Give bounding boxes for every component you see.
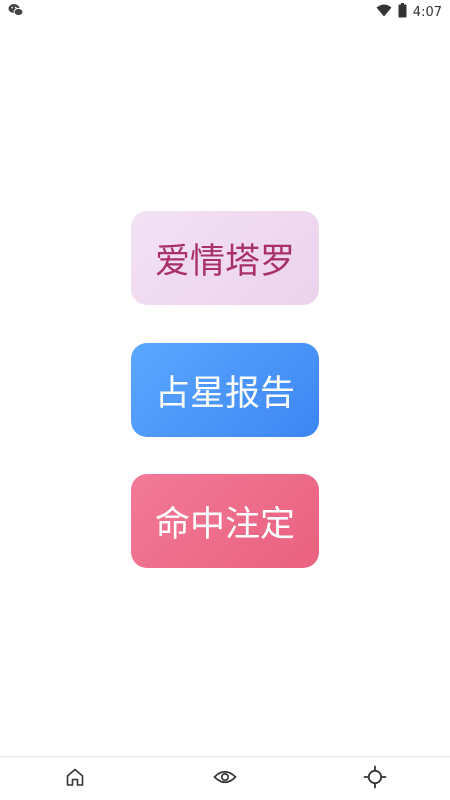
astrology-report-button[interactable]: 占星报告 (131, 343, 319, 437)
status-left (8, 3, 24, 21)
love-tarot-label: 爱情塔罗 (154, 241, 295, 282)
status-bar: 4:07 (0, 0, 450, 24)
destiny-button[interactable]: 命中注定 (131, 474, 319, 568)
nav-home[interactable] (45, 759, 105, 799)
bottom-nav (0, 756, 450, 800)
sun-icon (363, 765, 387, 793)
nav-sun[interactable] (345, 759, 405, 799)
destiny-label: 命中注定 (154, 504, 295, 545)
nav-eye[interactable] (195, 759, 255, 799)
home-icon (64, 766, 86, 792)
wifi-icon (376, 4, 392, 21)
astrology-report-label: 占星报告 (154, 373, 295, 414)
eye-icon (213, 768, 237, 790)
status-time: 4:07 (412, 4, 442, 20)
battery-icon (398, 2, 407, 22)
wechat-icon (8, 3, 24, 21)
love-tarot-button[interactable]: 爱情塔罗 (131, 211, 319, 305)
status-right: 4:07 (376, 2, 442, 22)
